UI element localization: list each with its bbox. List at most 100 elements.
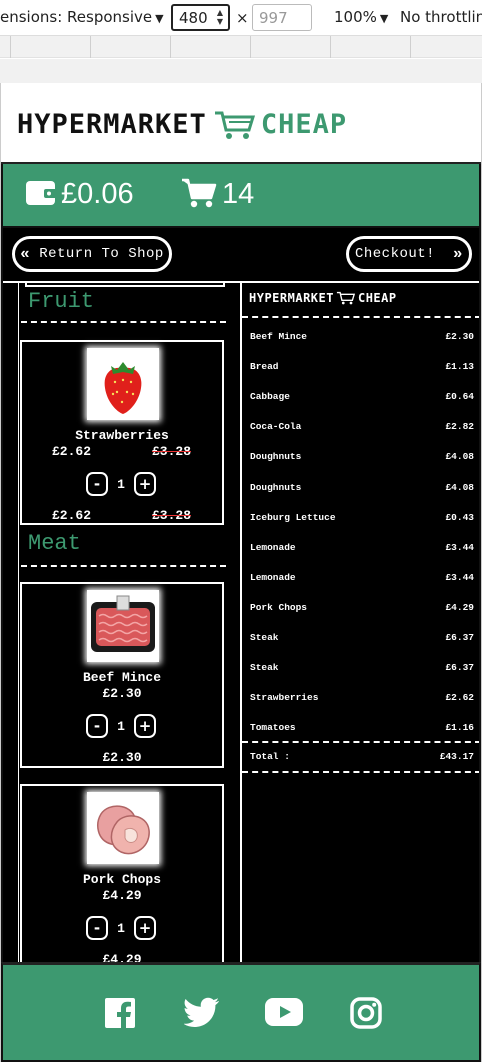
logo-text-cheap: CHEAP — [260, 109, 348, 140]
receipt-item-price: £0.64 — [445, 391, 474, 403]
receipt-item-name: Beef Mince — [250, 331, 308, 342]
line-total: £4.29 — [102, 952, 142, 962]
wallet-icon — [26, 181, 57, 205]
beef-mince-image — [87, 590, 159, 662]
receipt-logo-text-hypermarket: HYPERMARKET — [249, 291, 334, 305]
wallet-balance: £0.06 — [61, 178, 134, 210]
category-divider — [21, 565, 226, 567]
dimensions-dropdown[interactable]: ensions: Responsive ▼ — [0, 8, 164, 26]
double-chevron-right-icon: » — [452, 245, 464, 263]
product-card-beef-mince: Beef Mince £2.30 - 1 + £2.30 — [20, 582, 224, 768]
receipt-item-price: £3.44 — [445, 541, 474, 553]
basket-list[interactable]: Fruit Strawberries £2.62 £3.28 - 1 + £2.… — [3, 283, 240, 962]
receipt-logo-text-cheap: CHEAP — [357, 291, 397, 305]
chevron-down-icon: ▼ — [155, 12, 164, 25]
receipt-item-name: Coca-Cola — [250, 421, 302, 433]
receipt-item-price: £3.44 — [445, 571, 474, 583]
increase-button[interactable]: + — [134, 916, 156, 940]
spinner-icon[interactable]: ▲ ▼ — [217, 8, 223, 26]
quantity-value: 1 — [117, 718, 125, 734]
width-input[interactable]: 480 ▲ ▼ — [171, 4, 230, 31]
zoom-dropdown[interactable]: 100% ▼ — [334, 8, 388, 26]
product-card-pork-chops: Pork Chops £4.29 - 1 + £4.29 — [20, 784, 224, 962]
previous-card-edge — [25, 283, 225, 287]
receipt-item-price: £6.37 — [445, 632, 474, 643]
line-total: £2.62 — [52, 508, 92, 523]
cart-count: 14 — [222, 178, 255, 210]
product-name: Pork Chops — [82, 872, 161, 887]
receipt-total-label: Total : — [250, 751, 290, 762]
receipt-item-name: Bread — [250, 361, 279, 373]
quantity-value: 1 — [117, 476, 125, 492]
receipt-item-name: Tomatoes — [250, 722, 296, 734]
width-value: 480 — [179, 9, 208, 27]
receipt-item-name: Doughnuts — [250, 451, 302, 463]
wallet-cart-bar: £0.06 14 — [1, 164, 481, 228]
receipt-divider — [242, 741, 479, 743]
pork-chops-image — [87, 792, 159, 864]
receipt-item-price: £4.29 — [445, 601, 474, 613]
left-border — [18, 283, 19, 962]
product-price: £4.29 — [102, 888, 142, 903]
receipt-item-price: £0.43 — [445, 511, 474, 523]
throttling-dropdown[interactable]: No throttling — [400, 8, 482, 26]
twitter-icon[interactable] — [184, 997, 220, 1029]
footer — [1, 962, 481, 1062]
receipt-logo: HYPERMARKET CHEAP — [249, 291, 397, 305]
line-total: £2.30 — [102, 750, 142, 765]
receipt-item-name: Iceburg Lettuce — [250, 511, 336, 523]
receipt-item-price: £2.82 — [445, 421, 474, 433]
return-label: Return To Shop — [39, 246, 164, 262]
receipt-item-name: Doughnuts — [250, 481, 302, 493]
receipt-item-name: Steak — [250, 632, 279, 643]
receipt-item-price: £1.13 — [445, 361, 474, 373]
receipt-row: Bread £1.13 — [250, 361, 474, 372]
product-name: Beef Mince — [82, 670, 161, 685]
zoom-label: 100% — [334, 8, 377, 26]
category-title-meat: Meat — [28, 531, 81, 556]
height-input[interactable]: 997 — [252, 4, 312, 31]
youtube-icon[interactable] — [265, 998, 303, 1026]
product-name: Strawberries — [75, 428, 169, 443]
receipt-item-price: £1.16 — [445, 722, 474, 734]
site-viewport: HYPERMARKET CHEAP £0.06 14 « Return To S… — [0, 83, 482, 1062]
decrease-button[interactable]: - — [86, 472, 108, 496]
receipt-row: Strawberries £2.62 — [250, 692, 474, 703]
receipt-row: Iceburg Lettuce £0.43 — [250, 512, 474, 523]
return-to-shop-button[interactable]: « Return To Shop — [12, 236, 172, 272]
double-chevron-left-icon: « — [20, 245, 31, 263]
chevron-down-icon: ▼ — [379, 12, 389, 25]
receipt-item-name: Steak — [250, 662, 279, 674]
strawberry-image — [87, 348, 159, 420]
checkout-label: Checkout! — [354, 246, 436, 262]
product-old-price: £3.28 — [152, 444, 192, 459]
product-price: £2.30 — [102, 686, 142, 701]
facebook-icon[interactable] — [104, 997, 136, 1029]
receipt-divider — [242, 771, 479, 773]
receipt-row: Coca-Cola £2.82 — [250, 421, 474, 432]
increase-button[interactable]: + — [134, 472, 156, 496]
decrease-button[interactable]: - — [86, 916, 108, 940]
increase-button[interactable]: + — [134, 714, 156, 738]
site-logo[interactable]: HYPERMARKET CHEAP — [17, 109, 347, 140]
receipt-divider — [242, 316, 479, 318]
decrease-button[interactable]: - — [86, 714, 108, 738]
cart-icon[interactable] — [181, 177, 217, 209]
checkout-button[interactable]: Checkout! » — [346, 236, 472, 272]
strawberry-icon — [104, 362, 142, 414]
receipt-item-name: Lemonade — [250, 541, 296, 553]
receipt-item-price: £2.30 — [445, 331, 474, 342]
receipt-row: Doughnuts £4.08 — [250, 451, 474, 462]
ruler — [0, 36, 482, 58]
receipt-total-row: Total : £43.17 — [250, 751, 474, 762]
instagram-icon[interactable] — [350, 997, 382, 1029]
times-sign: × — [236, 9, 249, 27]
beef-mince-icon — [91, 595, 155, 652]
receipt-item-price: £4.08 — [445, 451, 474, 463]
receipt-row: Lemonade £3.44 — [250, 542, 474, 553]
devtools-toolbar: ensions: Responsive ▼ 480 ▲ ▼ × 997 100% ▼ N… — [0, 0, 482, 36]
pork-chops-icon — [97, 805, 150, 855]
receipt-row: Tomatoes £1.16 — [250, 722, 474, 733]
receipt-item-price: £6.37 — [445, 662, 474, 674]
receipt-panel: HYPERMARKET CHEAP Beef Mince £2.30 Bread £1… — [242, 283, 479, 962]
